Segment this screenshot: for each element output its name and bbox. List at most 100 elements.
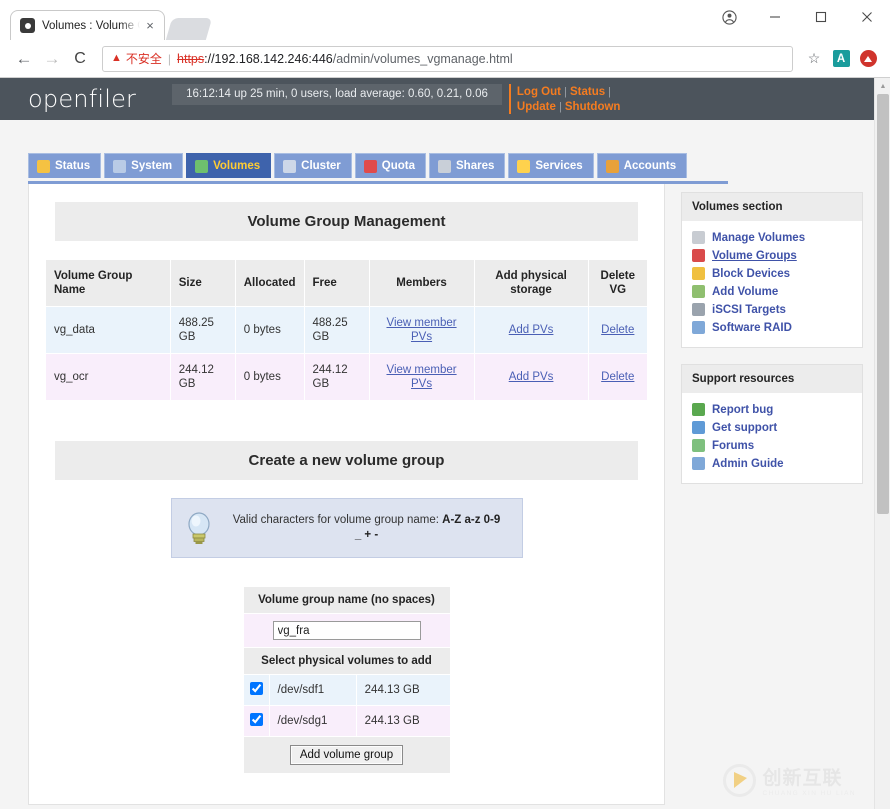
extension-circle-icon[interactable]: [856, 47, 880, 71]
page-scrollbar[interactable]: ▲: [874, 78, 890, 809]
delete-vg-link[interactable]: Delete: [601, 371, 634, 383]
sidebar-item-label: Forums: [712, 440, 754, 452]
sidebar-item-manage-volumes[interactable]: Manage Volumes: [692, 229, 862, 247]
openfiler-logo: openfiler: [0, 78, 136, 113]
delete-vg-link[interactable]: Delete: [601, 324, 634, 336]
view-member-pvs-link[interactable]: View member PVs: [386, 317, 456, 343]
scroll-up-arrow-icon[interactable]: ▲: [875, 78, 890, 94]
sidebar-item-forums[interactable]: Forums: [692, 437, 862, 455]
sidebar-item-label: iSCSI Targets: [712, 304, 786, 316]
sidebar-item-block-devices[interactable]: Block Devices: [692, 265, 862, 283]
hint-text: Valid characters for volume group name: …: [226, 513, 508, 543]
watermark-cn-text: 创新互联: [763, 763, 856, 790]
volume-groups-table: Volume Group Name Size Allocated Free Me…: [45, 259, 648, 401]
watermark-en-text: CHUANG XIN HU LIAN: [763, 790, 856, 797]
col-header-delete: Delete VG: [588, 260, 647, 307]
quota-icon: [364, 160, 377, 173]
vg-name: vg_ocr: [46, 354, 171, 401]
page-columns: Volume Group Management Volume Group Nam…: [0, 184, 874, 805]
support-resources-title: Support resources: [682, 365, 862, 393]
forward-button[interactable]: →: [38, 45, 66, 73]
sidebar-item-iscsi-targets[interactable]: iSCSI Targets: [692, 301, 862, 319]
lightbulb-icon: [186, 511, 212, 545]
scrollbar-thumb[interactable]: [877, 94, 889, 514]
tab-accounts[interactable]: Accounts: [597, 153, 687, 178]
view-member-pvs-link[interactable]: View member PVs: [386, 364, 456, 390]
vg-name-field-label: Volume group name (no spaces): [243, 587, 450, 614]
volume-groups-icon: [692, 249, 705, 262]
sidebar-item-volume-groups[interactable]: Volume Groups: [692, 247, 862, 265]
omnibox-divider: |: [168, 52, 171, 66]
table-row: vg_ocr 244.12 GB 0 bytes 244.12 GB View …: [46, 354, 648, 401]
report-bug-icon: [692, 403, 705, 416]
openfiler-header: openfiler 16:12:14 up 25 min, 0 users, l…: [0, 78, 874, 120]
add-pvs-link[interactable]: Add PVs: [509, 371, 554, 383]
tab-status[interactable]: Status: [28, 153, 101, 178]
log-out-link[interactable]: Log Out: [517, 86, 561, 98]
sidebar-item-add-volume[interactable]: Add Volume: [692, 283, 862, 301]
sidebar-item-label: Block Devices: [712, 268, 790, 280]
page-title: Volume Group Management: [55, 202, 638, 241]
tab-system[interactable]: System: [104, 153, 183, 178]
url-scheme: https: [177, 52, 204, 66]
vg-name: vg_data: [46, 307, 171, 354]
vg-name-input[interactable]: [273, 621, 421, 640]
extension-a-icon[interactable]: A: [829, 47, 853, 71]
bookmark-star-icon[interactable]: ☆: [802, 47, 826, 71]
new-tab-button[interactable]: [166, 18, 212, 40]
pv-size: 244.13 GB: [356, 706, 450, 737]
browser-chrome: Volumes : Volume Grou × ← → C ▲ 不安全 |: [0, 0, 890, 78]
browser-tab[interactable]: Volumes : Volume Grou ×: [10, 10, 165, 40]
status-link[interactable]: Status: [570, 86, 605, 98]
close-tab-icon[interactable]: ×: [142, 18, 158, 34]
sidebar-item-label: Report bug: [712, 404, 773, 416]
profile-avatar-icon[interactable]: [706, 0, 752, 34]
sidebar-item-software-raid[interactable]: Software RAID: [692, 319, 862, 337]
col-header-allocated: Allocated: [235, 260, 304, 307]
vg-free: 244.12 GB: [304, 354, 369, 401]
header-spacer: [0, 120, 874, 153]
add-volume-group-button[interactable]: Add volume group: [290, 745, 403, 765]
sidebar-item-label: Manage Volumes: [712, 232, 805, 244]
col-header-members: Members: [369, 260, 474, 307]
page-viewport: openfiler 16:12:14 up 25 min, 0 users, l…: [0, 78, 890, 809]
tab-strip: Volumes : Volume Grou ×: [0, 0, 890, 40]
update-link[interactable]: Update: [517, 101, 556, 113]
address-bar[interactable]: ▲ 不安全 | https ://192.168.142.246:446 /ad…: [102, 46, 793, 72]
tab-shares[interactable]: Shares: [429, 153, 505, 178]
sidebar-item-label: Volume Groups: [712, 250, 797, 262]
sidebar-item-label: Get support: [712, 422, 777, 434]
manage-volumes-icon: [692, 231, 705, 244]
sidebar-item-get-support[interactable]: Get support: [692, 419, 862, 437]
hint-prefix: Valid characters for volume group name:: [233, 514, 439, 526]
services-icon: [517, 160, 530, 173]
add-pvs-link[interactable]: Add PVs: [509, 324, 554, 336]
sidebar-item-label: Software RAID: [712, 322, 792, 334]
tab-volumes[interactable]: Volumes: [186, 153, 271, 178]
pv-row: /dev/sdf1 244.13 GB: [243, 675, 450, 706]
reload-button[interactable]: C: [66, 45, 94, 73]
col-header-size: Size: [170, 260, 235, 307]
shutdown-link[interactable]: Shutdown: [565, 101, 621, 113]
close-window-button[interactable]: [844, 0, 890, 34]
maximize-button[interactable]: [798, 0, 844, 34]
back-button[interactable]: ←: [10, 45, 38, 73]
col-header-free: Free: [304, 260, 369, 307]
sidebar-item-admin-guide[interactable]: Admin Guide: [692, 455, 862, 473]
tab-quota[interactable]: Quota: [355, 153, 426, 178]
pv-checkbox-sdg1[interactable]: [250, 713, 263, 726]
url-path: /admin/volumes_vgmanage.html: [333, 52, 513, 66]
tab-services[interactable]: Services: [508, 153, 593, 178]
get-support-icon: [692, 421, 705, 434]
vg-allocated: 0 bytes: [235, 307, 304, 354]
warning-triangle-icon: ▲: [111, 53, 122, 64]
status-icon: [37, 160, 50, 173]
main-navigation: Status System Volumes Cluster Quota Shar…: [28, 153, 874, 181]
openfiler-favicon-icon: [20, 18, 35, 33]
minimize-button[interactable]: [752, 0, 798, 34]
sidebar-item-report-bug[interactable]: Report bug: [692, 401, 862, 419]
vg-size: 244.12 GB: [170, 354, 235, 401]
pv-checkbox-sdf1[interactable]: [250, 682, 263, 695]
tab-cluster[interactable]: Cluster: [274, 153, 352, 178]
header-links: Log Out | Status | Update | Shutdown: [509, 84, 637, 114]
